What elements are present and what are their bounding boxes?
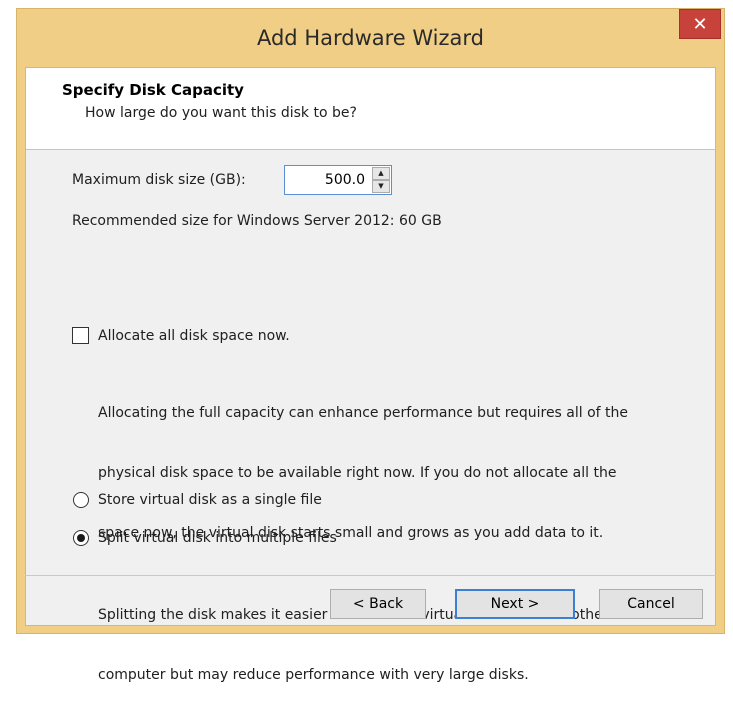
split-files-radio[interactable] bbox=[73, 530, 89, 546]
allocate-description: Allocating the full capacity can enhance… bbox=[98, 363, 628, 583]
close-icon: ✕ bbox=[692, 13, 708, 35]
allocate-all-label[interactable]: Allocate all disk space now. bbox=[98, 328, 290, 344]
split-description: Splitting the disk makes it easier to mo… bbox=[98, 565, 608, 725]
disk-size-stepper[interactable]: ▲ ▼ bbox=[284, 165, 392, 195]
single-file-label[interactable]: Store virtual disk as a single file bbox=[98, 492, 322, 508]
wizard-body: Specify Disk Capacity How large do you w… bbox=[25, 67, 716, 683]
split-description-line: Splitting the disk makes it easier to mo… bbox=[98, 607, 609, 623]
allocate-description-line: physical disk space to be available righ… bbox=[98, 465, 617, 481]
window-title: Add Hardware Wizard bbox=[256, 26, 485, 50]
page-title: Specify Disk Capacity bbox=[62, 81, 244, 99]
allocate-description-line: Allocating the full capacity can enhance… bbox=[98, 405, 629, 421]
split-description-line: computer but may reduce performance with… bbox=[98, 667, 529, 683]
page-subtitle: How large do you want this disk to be? bbox=[85, 105, 357, 121]
single-file-radio[interactable] bbox=[73, 492, 89, 508]
title-bar[interactable]: Add Hardware Wizard ✕ bbox=[17, 9, 724, 69]
stepper-buttons: ▲ ▼ bbox=[372, 167, 390, 193]
recommended-size-text: Recommended size for Windows Server 2012… bbox=[72, 213, 442, 229]
spin-up-icon[interactable]: ▲ bbox=[372, 167, 390, 180]
allocate-all-checkbox[interactable] bbox=[72, 327, 89, 344]
split-files-label[interactable]: Split virtual disk into multiple files bbox=[98, 530, 337, 546]
disk-size-label: Maximum disk size (GB): bbox=[72, 172, 246, 188]
spin-down-icon[interactable]: ▼ bbox=[372, 180, 390, 193]
disk-size-input[interactable] bbox=[285, 166, 369, 194]
radio-selected-dot bbox=[77, 534, 85, 542]
close-button[interactable]: ✕ bbox=[679, 9, 721, 39]
wizard-header: Specify Disk Capacity How large do you w… bbox=[26, 68, 715, 150]
add-hardware-wizard-window: Add Hardware Wizard ✕ Specify Disk Capac… bbox=[16, 8, 725, 683]
